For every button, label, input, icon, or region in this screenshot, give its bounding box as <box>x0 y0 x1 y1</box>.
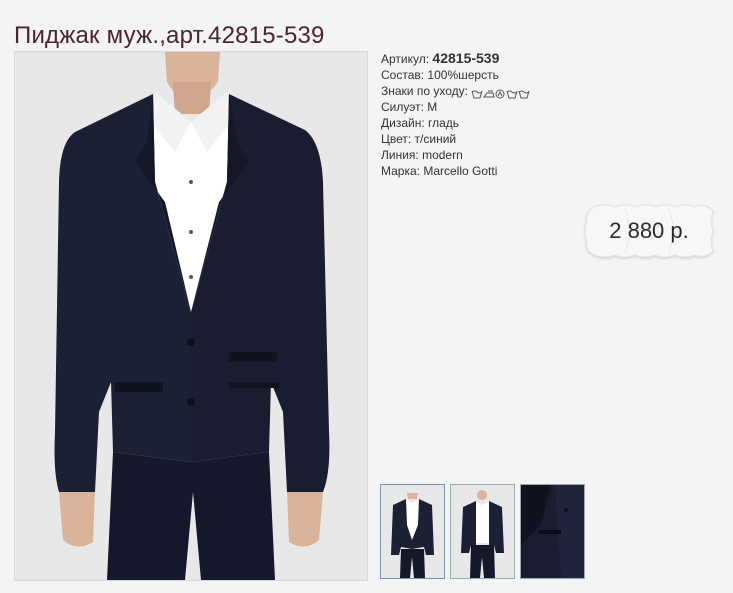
iron-icon <box>483 90 495 98</box>
product-title: Пиджак муж.,арт.42815-539 <box>14 22 325 50</box>
care-row: Знаки по уходу: <box>381 83 531 99</box>
thumbnail-pocket-detail-view[interactable] <box>520 484 585 579</box>
sku-row: Артикул: 42815-539 <box>381 50 531 67</box>
thumbnail-front-view[interactable] <box>380 484 445 579</box>
product-details: Артикул: 42815-539 Состав: 100%шерсть Зн… <box>381 50 531 179</box>
wash-icon <box>518 90 530 99</box>
main-product-photo[interactable] <box>14 51 368 581</box>
thumbnail-front-open-view[interactable] <box>450 484 515 579</box>
brand-row: Марка: Marcello Gotti <box>381 164 498 178</box>
wash-icon <box>471 90 483 99</box>
dry-clean-icon <box>495 89 505 99</box>
sku-value: 42815-539 <box>432 50 500 66</box>
silhouette-row: Силуэт: М <box>381 100 438 114</box>
design-row: Дизайн: гладь <box>381 116 460 130</box>
jacket-illustration <box>15 52 367 580</box>
care-icons <box>471 87 531 99</box>
color-row: Цвет: т/синий <box>381 132 457 146</box>
wash-icon <box>506 90 518 99</box>
composition-row: Состав: 100%шерсть <box>381 68 499 82</box>
price-value: 2 880 р. <box>609 218 689 243</box>
line-row: Линия: modern <box>381 148 463 162</box>
sku-label: Артикул: <box>381 52 430 66</box>
care-label: Знаки по уходу: <box>381 84 468 98</box>
price-tag: 2 880 р. <box>581 201 717 261</box>
